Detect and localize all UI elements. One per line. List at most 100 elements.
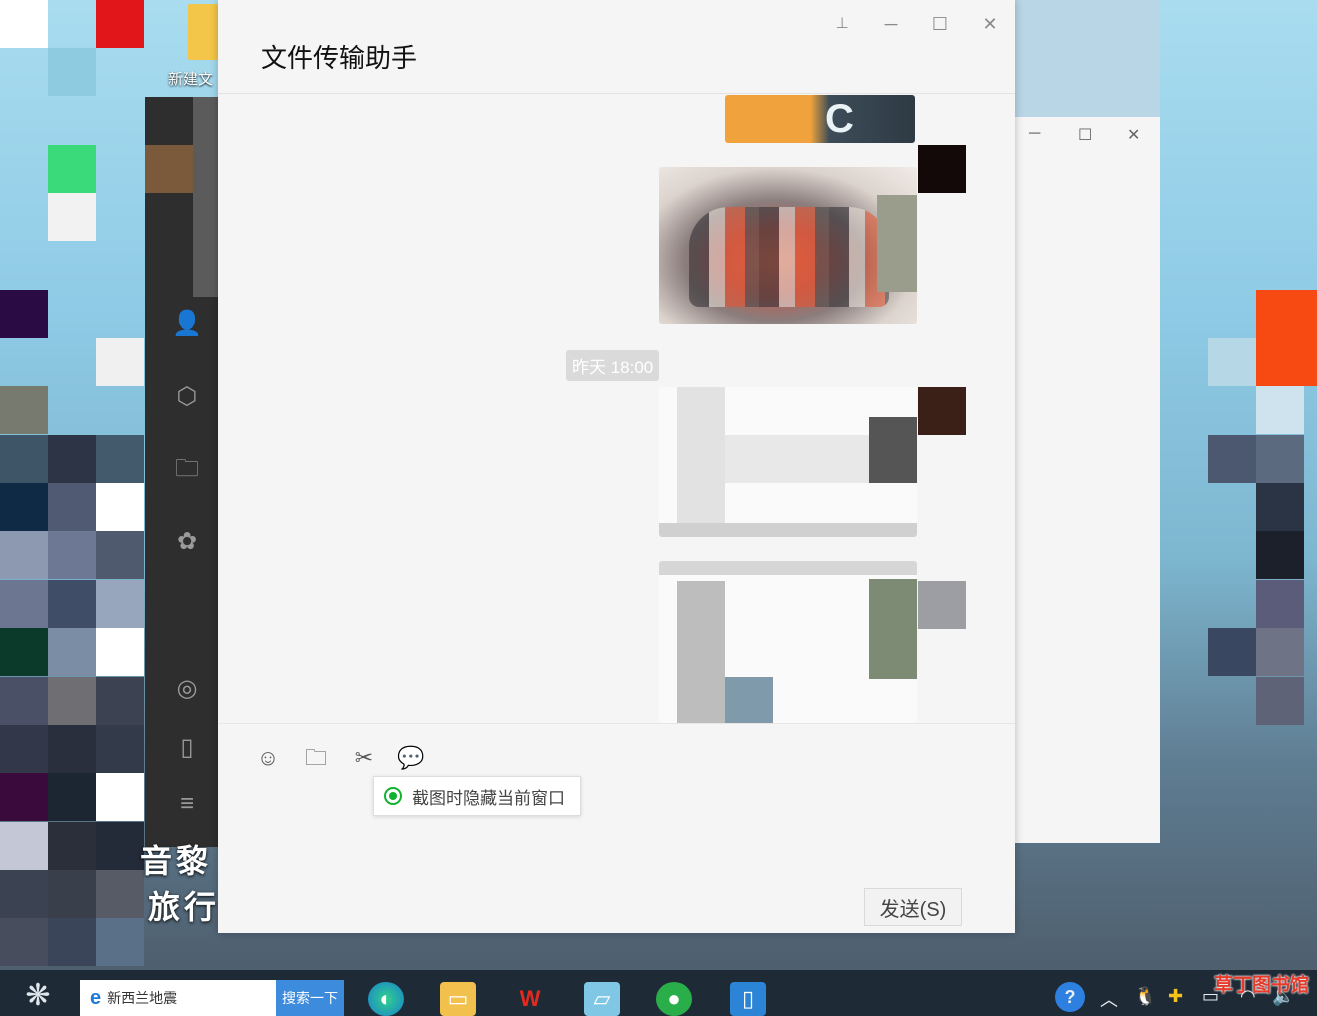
image-content [725, 677, 773, 723]
desktop-tile [48, 773, 96, 821]
image-content [689, 207, 889, 307]
desktop-tile [96, 822, 144, 870]
folder-icon[interactable]: 🗀 [301, 743, 331, 773]
folder-icon[interactable]: 🗀 [172, 454, 202, 484]
image-content [869, 417, 917, 483]
desktop-tile [1256, 580, 1304, 628]
input-area[interactable]: ☺ 🗀 ✂ 💬 截图时隐藏当前窗口 发送(S) [218, 723, 1015, 933]
image-blur-right [877, 195, 917, 292]
desktop-tile [0, 918, 48, 966]
desktop-tile [48, 918, 96, 966]
desktop-right-area [1063, 0, 1317, 970]
desktop-tile [1256, 435, 1304, 483]
desktop-tile [96, 483, 144, 531]
timestamp: 昨天 18:00 [566, 350, 660, 381]
image-message[interactable] [659, 387, 917, 537]
image-content [677, 387, 725, 537]
image-message[interactable] [659, 167, 917, 324]
close-icon[interactable]: ✕ [1127, 125, 1140, 145]
desktop-tile [48, 193, 96, 241]
phone-icon[interactable]: ▯ [172, 733, 202, 763]
desktop-tile [96, 870, 144, 918]
maximize-icon[interactable]: ☐ [1078, 125, 1092, 145]
pin-icon[interactable]: ⊥ [830, 12, 854, 36]
desktop-tile [48, 435, 96, 483]
background-caption-line1: 音黎 [140, 843, 213, 879]
desktop-icon-area [0, 0, 145, 970]
menu-icon[interactable]: ≡ [172, 789, 202, 819]
desktop-tile [1208, 435, 1256, 483]
notepad-icon[interactable]: ▱ [584, 982, 620, 1016]
search-query: 新西兰地震 [107, 990, 178, 1006]
mini-program-icon[interactable]: ✿ [172, 527, 202, 557]
maximize-icon[interactable]: ☐ [928, 12, 952, 36]
image-message[interactable] [659, 561, 917, 723]
emoji-icon[interactable]: ☺ [253, 743, 283, 773]
help-icon[interactable]: ? [1055, 982, 1085, 1012]
search-button[interactable]: 搜索一下 [276, 980, 344, 1016]
screenshot-option-tooltip[interactable]: 截图时隐藏当前窗口 [373, 776, 581, 816]
phone-app-icon[interactable]: ▯ [730, 982, 766, 1016]
contacts-icon[interactable]: 👤 [172, 309, 202, 339]
desktop-tile [96, 725, 144, 773]
file-explorer-icon[interactable]: ▭ [440, 982, 476, 1016]
send-button[interactable]: 发送(S) [864, 888, 962, 926]
desktop-tile [48, 531, 96, 579]
image-message[interactable]: C [725, 95, 915, 143]
desktop-tile [1256, 338, 1317, 386]
minimize-icon[interactable]: ─ [1029, 125, 1040, 143]
desktop-folder-icon[interactable] [188, 4, 218, 60]
hide-window-label: 截图时隐藏当前窗口 [412, 788, 565, 808]
avatar[interactable] [918, 145, 966, 193]
desktop-tile [48, 628, 96, 676]
qq-icon[interactable]: 🐧 [1134, 986, 1156, 1007]
desktop-tile [0, 822, 48, 870]
desktop-tile [0, 870, 48, 918]
desktop-tile [96, 0, 144, 48]
watermark: 草丁图书馆 [1214, 975, 1310, 996]
desktop-tile [0, 580, 48, 628]
chevron-up-icon[interactable]: ︿ [1100, 986, 1118, 1012]
wechat-icon[interactable]: ● [656, 982, 692, 1016]
desktop-tile [48, 145, 96, 193]
chat-title: 文件传输助手 [261, 43, 418, 73]
desktop-tile [1256, 483, 1304, 531]
start-icon[interactable]: ❋ [20, 978, 56, 1014]
image-content: C [825, 97, 854, 141]
search-box[interactable]: e 新西兰地震 [80, 980, 276, 1016]
background-app-sidebar: 👤 ⬡ 🗀 ✿ ◎ ▯ ≡ [145, 97, 243, 847]
hide-window-radio[interactable] [384, 787, 402, 805]
desktop-tile [48, 483, 96, 531]
desktop-tile [48, 677, 96, 725]
edge-icon[interactable]: ◐ [368, 982, 404, 1016]
desktop-tile [0, 435, 48, 483]
desktop-tile [96, 531, 144, 579]
ie-icon: e [90, 986, 102, 1009]
image-content [659, 523, 917, 537]
scissors-icon[interactable]: ✂ [349, 743, 379, 773]
background-window-header [1015, 0, 1160, 117]
taskbar: ❋ e 新西兰地震 搜索一下 ◐ ▭ W ▱ ● ▯ ? ︿ 🐧 ✚ ▭ ◠ 🔈 [0, 970, 1317, 1016]
desktop-tile [48, 725, 96, 773]
sidebar-avatar[interactable] [145, 145, 193, 193]
wps-icon[interactable]: W [512, 982, 548, 1016]
desktop-tile [0, 628, 48, 676]
desktop-tile [1256, 531, 1304, 579]
moments-icon[interactable]: ◎ [172, 674, 202, 704]
desktop-tile [0, 386, 48, 434]
minimize-icon[interactable]: ─ [879, 12, 903, 36]
image-content [869, 579, 917, 679]
desktop-tile [0, 773, 48, 821]
desktop-tile [96, 628, 144, 676]
image-content [725, 435, 869, 483]
desktop-tile [96, 338, 144, 386]
desktop-tile [1256, 290, 1317, 338]
desktop-tile [48, 580, 96, 628]
plus-icon[interactable]: ✚ [1168, 986, 1183, 1007]
avatar[interactable] [918, 387, 966, 435]
avatar[interactable] [918, 581, 966, 629]
cube-icon[interactable]: ⬡ [172, 382, 202, 412]
close-icon[interactable]: ✕ [978, 12, 1002, 36]
desktop-tile [96, 677, 144, 725]
chat-bubble-icon[interactable]: 💬 [396, 743, 426, 773]
